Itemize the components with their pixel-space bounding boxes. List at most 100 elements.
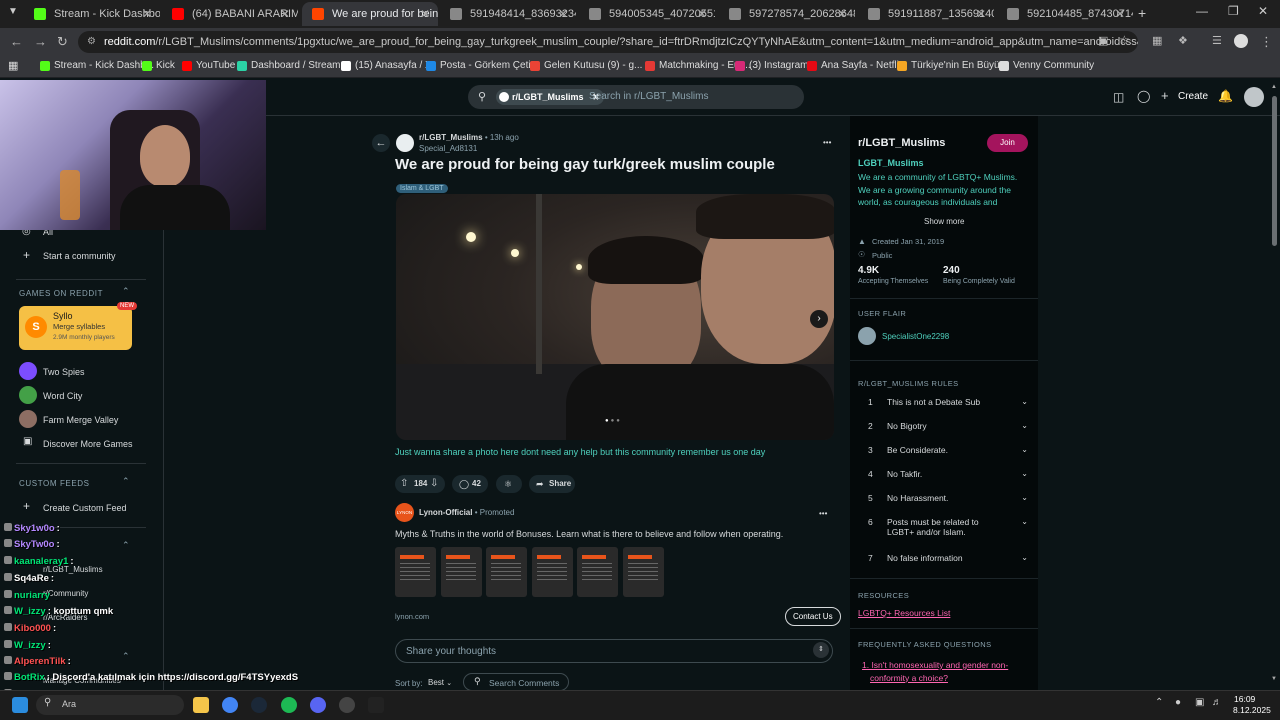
apps-grid-icon[interactable]: ▦: [8, 59, 18, 72]
browser-menu-icon[interactable]: ⋮: [1260, 34, 1273, 50]
contact-us-button[interactable]: Contact Us: [785, 607, 841, 626]
join-button[interactable]: Join: [987, 134, 1028, 152]
advertiser-logo[interactable]: LYNON: [395, 503, 414, 522]
tab-close-icon[interactable]: ✕: [697, 2, 707, 26]
comment-input[interactable]: Share your thoughts ⇕: [395, 639, 833, 663]
bookmark-star-icon[interactable]: ☆: [1119, 33, 1130, 47]
post-image[interactable]: › ●●●: [396, 194, 834, 440]
browser-tab[interactable]: 592104485_87430714835✕: [997, 2, 1133, 26]
rule-item[interactable]: 4 No Takfir. ⌄: [868, 469, 1028, 493]
site-info-icon[interactable]: ⚙: [87, 31, 96, 53]
clock-time[interactable]: 16:09: [1234, 694, 1255, 704]
collapse-resources-icon[interactable]: ⌃: [122, 651, 130, 662]
ad-thumbnail[interactable]: [440, 547, 482, 597]
close-window-icon[interactable]: ✕: [1258, 4, 1268, 18]
advertiser-name[interactable]: Lynon-Official: [419, 508, 472, 517]
restore-icon[interactable]: ❐: [1228, 4, 1239, 18]
collapse-games-icon[interactable]: ⌃: [122, 286, 130, 297]
chrome-icon[interactable]: [222, 697, 238, 713]
profile-avatar[interactable]: [1234, 34, 1248, 48]
ad-thumbnail[interactable]: [395, 547, 436, 597]
create-button[interactable]: Create: [1178, 91, 1208, 102]
ad-thumbnail[interactable]: [577, 547, 618, 597]
tab-close-icon[interactable]: ✕: [837, 2, 847, 26]
browser-tab[interactable]: 591911887_13569140294✕: [858, 2, 994, 26]
tab-close-icon[interactable]: ✕: [558, 2, 568, 26]
spotify-icon[interactable]: [281, 697, 297, 713]
page-scrollbar[interactable]: ▲ ▼: [1270, 84, 1278, 684]
ad-thumbnail[interactable]: [486, 547, 527, 597]
bookmark-item[interactable]: Venny Community: [999, 60, 1094, 71]
share-button[interactable]: ➦ Share: [529, 475, 575, 493]
ad-domain[interactable]: lynon.com: [395, 612, 429, 621]
network-icon[interactable]: ▣: [1195, 697, 1204, 708]
file-explorer-icon[interactable]: [193, 697, 209, 713]
advertise-icon[interactable]: ◫: [1113, 90, 1124, 104]
tray-chevron-icon[interactable]: ⌃: [1155, 697, 1163, 708]
game-item[interactable]: Word City: [43, 391, 82, 401]
post-author-link[interactable]: Special_Ad8131: [419, 144, 477, 153]
post-options-button[interactable]: •••: [823, 138, 831, 147]
upvote-icon[interactable]: ⇧: [400, 475, 408, 493]
bookmark-item[interactable]: Kick: [142, 60, 175, 71]
search-bar[interactable]: ⚲ r/LGBT_Muslims ✖ Search in r/LGBT_Musl…: [468, 85, 804, 109]
minimize-icon[interactable]: —: [1196, 4, 1208, 18]
scrollbar-thumb[interactable]: [1272, 96, 1277, 246]
collapse-communities-icon[interactable]: ⌃: [122, 540, 130, 551]
chat-icon[interactable]: ◯: [1137, 89, 1150, 103]
subreddit-avatar[interactable]: [396, 134, 414, 152]
browser-tab[interactable]: 594005345_40720551131✕: [579, 2, 715, 26]
tab-close-icon[interactable]: ✕: [976, 2, 986, 26]
award-button[interactable]: ⚛: [496, 475, 522, 493]
ad-thumbnail[interactable]: [531, 547, 573, 597]
create-plus-icon[interactable]: +: [1161, 88, 1169, 103]
bookmark-item[interactable]: Stream - Kick Dashb...: [40, 60, 154, 71]
bookmark-item[interactable]: (15) Anasayfa / X: [341, 60, 432, 71]
browser-tab[interactable]: 591948414_83693234227✕: [440, 2, 576, 26]
search-comments-button[interactable]: ⚲ Search Comments: [463, 673, 569, 691]
start-community-link[interactable]: Start a community: [43, 251, 116, 261]
next-image-button[interactable]: ›: [810, 310, 828, 328]
browser-tab[interactable]: We are proud for being g✕: [302, 2, 438, 26]
app-icon[interactable]: [368, 697, 384, 713]
ad-options-button[interactable]: •••: [819, 509, 827, 518]
comments-button[interactable]: ◯ 42: [452, 475, 488, 493]
ad-thumbnail[interactable]: [622, 547, 664, 597]
discover-games-link[interactable]: Discover More Games: [43, 439, 133, 449]
downvote-icon[interactable]: ⇩: [430, 475, 438, 493]
emoji-toggle-icon[interactable]: ⇕: [813, 642, 829, 658]
bookmark-item[interactable]: Posta - Görkem Çeti...: [426, 60, 539, 71]
sort-dropdown[interactable]: Best ⌄: [428, 678, 452, 687]
user-avatar[interactable]: [1244, 87, 1264, 107]
new-tab-button[interactable]: +: [1138, 5, 1146, 21]
tab-close-icon[interactable]: ✕: [280, 2, 290, 26]
rule-item[interactable]: 6 Posts must be related to LGBT+ and/or I…: [868, 517, 1028, 541]
rule-item[interactable]: 7 No false information ⌄: [868, 553, 1028, 577]
rule-item[interactable]: 2 No Bigotry ⌄: [868, 421, 1028, 445]
search-community-chip[interactable]: r/LGBT_Muslims ✖: [496, 89, 604, 105]
microphone-icon[interactable]: ●: [1175, 697, 1181, 708]
browser-tab[interactable]: (64) BABANI ARARIM!!!! |✕: [162, 2, 298, 26]
bookmark-item[interactable]: Türkiye'nin En Büyü...: [897, 60, 1008, 71]
back-button[interactable]: ←: [372, 134, 390, 152]
bookmark-item[interactable]: Gelen Kutusu (9) - g...: [530, 60, 642, 71]
scroll-up-icon[interactable]: ▲: [1271, 84, 1277, 90]
reload-icon[interactable]: ↻: [57, 34, 68, 50]
taskbar-search[interactable]: ⚲ Ara: [36, 695, 184, 715]
game-item[interactable]: Two Spies: [43, 367, 85, 377]
post-flair[interactable]: Islam & LGBT: [396, 184, 448, 193]
resources-link[interactable]: LGBTQ+ Resources List: [858, 608, 950, 618]
show-more-button[interactable]: Show more: [924, 217, 964, 226]
bookmark-item[interactable]: Ana Sayfa - Netflix: [807, 60, 904, 71]
start-menu-icon[interactable]: [12, 697, 28, 713]
user-flair-name[interactable]: SpecialistOne2298: [882, 332, 949, 341]
rule-item[interactable]: 1 This is not a Debate Sub ⌄: [868, 397, 1028, 421]
notifications-bell-icon[interactable]: 🔔: [1218, 89, 1233, 103]
bookmark-item[interactable]: (3) Instagram: [735, 60, 808, 71]
bookmark-item[interactable]: YouTube: [182, 60, 235, 71]
collapse-feeds-icon[interactable]: ⌃: [122, 476, 130, 487]
reading-list-icon[interactable]: ☰: [1212, 34, 1222, 47]
obs-icon[interactable]: [339, 697, 355, 713]
featured-game-card[interactable]: S Syllo Merge syllables 2.9M monthly pla…: [19, 302, 137, 350]
clock-date[interactable]: 8.12.2025: [1233, 705, 1271, 715]
